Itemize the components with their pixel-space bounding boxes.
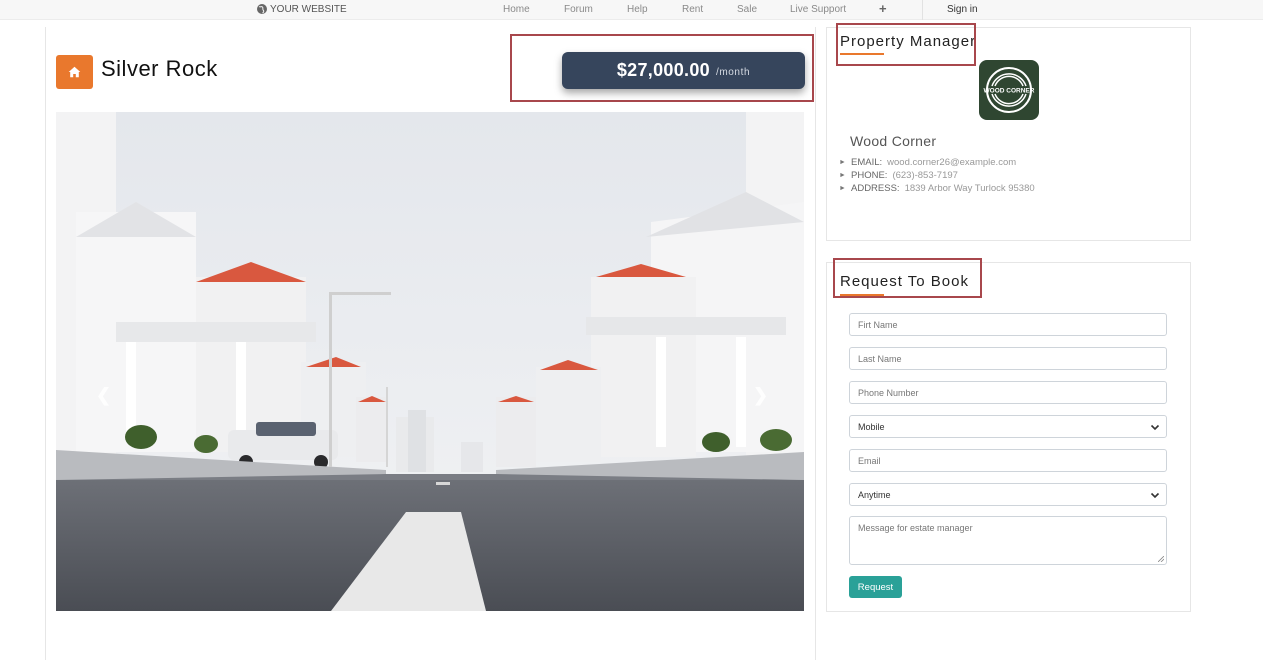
brand[interactable]: YOUR WEBSITE	[256, 3, 347, 15]
carousel-prev-icon[interactable]: ❮	[96, 385, 111, 406]
logo-text: WOOD CORNER	[984, 88, 1035, 95]
nav-help[interactable]: Help	[627, 4, 648, 15]
home-icon	[56, 55, 93, 89]
content-border-divider	[815, 27, 816, 660]
request-button[interactable]: Request	[849, 576, 902, 598]
contact-list: ► EMAIL: wood.corner26@example.com ► PHO…	[839, 156, 1035, 195]
bullet-icon: ►	[839, 172, 846, 179]
phone-number-input[interactable]: Phone Number	[849, 381, 1167, 404]
price-badge: $27,000.00 /month	[562, 52, 805, 89]
contact-email: ► EMAIL: wood.corner26@example.com	[839, 156, 1035, 169]
nav-forum[interactable]: Forum	[564, 4, 593, 15]
last-name-input[interactable]: Last Name	[849, 347, 1167, 370]
globe-icon	[257, 4, 267, 14]
phone-type-value: Mobile	[858, 421, 885, 432]
bullet-icon: ►	[839, 159, 846, 166]
message-textarea[interactable]: Message for estate manager	[849, 516, 1167, 565]
chevron-down-icon	[1150, 424, 1160, 430]
contact-address: ► ADDRESS: 1839 Arbor Way Turlock 95380	[839, 182, 1035, 195]
price-amount: $27,000.00	[616, 60, 710, 80]
top-navbar: YOUR WEBSITE Home Forum Help Rent Sale L…	[0, 0, 1263, 20]
price-period: /month	[715, 67, 751, 78]
property-title: Silver Rock	[101, 56, 218, 81]
content-border-left	[45, 27, 46, 660]
manager-name: Wood Corner	[850, 133, 937, 149]
message-placeholder: Message for estate manager	[858, 523, 973, 533]
carousel-next-icon[interactable]: ❯	[753, 385, 768, 406]
email-value[interactable]: wood.corner26@example.com	[887, 156, 1016, 169]
resize-handle-icon[interactable]	[1158, 556, 1164, 562]
wood-corner-logo-icon: WOOD CORNER	[984, 67, 1035, 113]
street-villas-photo	[56, 112, 804, 611]
nav-live-support[interactable]: Live Support	[790, 4, 846, 15]
request-to-book-panel: Request To Book Firt Name Last Name Phon…	[826, 262, 1191, 612]
sign-in-link[interactable]: Sign in	[947, 4, 978, 15]
time-select-value: Anytime	[858, 489, 891, 500]
contact-phone: ► PHONE: (623)-853-7197	[839, 169, 1035, 182]
chevron-down-icon	[1150, 492, 1160, 498]
company-logo: WOOD CORNER	[979, 60, 1039, 120]
bullet-icon: ►	[839, 185, 846, 192]
email-label: EMAIL:	[851, 157, 883, 168]
email-input[interactable]: Email	[849, 449, 1167, 472]
phone-type-select[interactable]: Mobile	[849, 415, 1167, 438]
phone-value[interactable]: (623)-853-7197	[892, 169, 958, 182]
first-name-input[interactable]: Firt Name	[849, 313, 1167, 336]
time-select[interactable]: Anytime	[849, 483, 1167, 506]
address-label: ADDRESS:	[851, 183, 900, 194]
nav-rent[interactable]: Rent	[682, 4, 703, 15]
nav-home[interactable]: Home	[503, 4, 530, 15]
nav-sale[interactable]: Sale	[737, 4, 757, 15]
nav-divider	[922, 0, 923, 20]
property-photo: ❮ ❯	[56, 112, 804, 611]
plus-icon[interactable]: +	[879, 1, 887, 16]
address-value: 1839 Arbor Way Turlock 95380	[904, 183, 1035, 194]
brand-name: YOUR WEBSITE	[270, 3, 347, 15]
manager-title-highlight-box	[836, 23, 976, 66]
phone-label: PHONE:	[851, 170, 888, 181]
house-glyph	[68, 66, 81, 78]
booking-title-highlight-box	[833, 258, 982, 298]
